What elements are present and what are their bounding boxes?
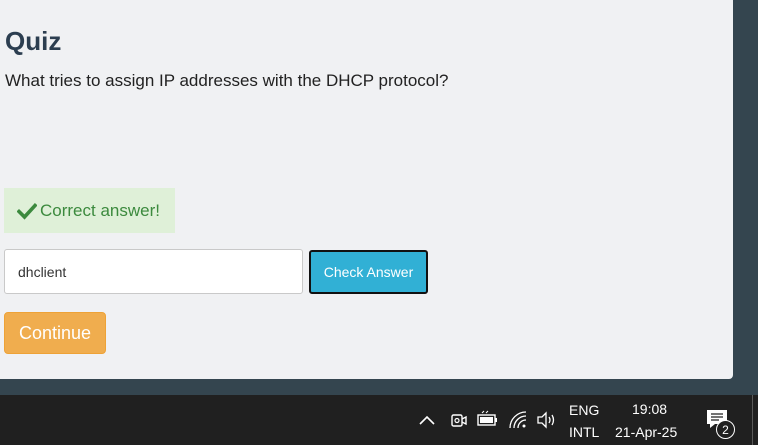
checkmark-icon	[16, 201, 38, 221]
language-indicator-top[interactable]: ENG	[569, 402, 599, 418]
success-alert: Correct answer!	[4, 188, 175, 233]
clock-date[interactable]: 21-Apr-25	[615, 424, 677, 440]
wifi-icon[interactable]	[507, 409, 529, 431]
language-indicator-bottom[interactable]: INTL	[569, 424, 599, 440]
question-text: What tries to assign IP addresses with t…	[5, 71, 449, 90]
chevron-up-icon[interactable]	[416, 409, 438, 431]
battery-icon[interactable]	[476, 409, 498, 431]
continue-button[interactable]: Continue	[4, 312, 106, 354]
clock-time[interactable]: 19:08	[632, 401, 667, 417]
show-desktop-divider[interactable]	[752, 395, 753, 445]
feedback-text: Correct answer!	[40, 200, 160, 220]
answer-input[interactable]	[4, 249, 303, 294]
volume-icon[interactable]	[535, 409, 557, 431]
page-title: Quiz	[5, 26, 62, 56]
quiz-panel: Quiz What tries to assign IP addresses w…	[0, 0, 733, 379]
check-answer-button[interactable]: Check Answer	[309, 250, 428, 294]
app-window: Quiz What tries to assign IP addresses w…	[0, 0, 758, 445]
meet-now-icon[interactable]	[447, 409, 469, 431]
notification-count-badge: 2	[716, 420, 735, 439]
